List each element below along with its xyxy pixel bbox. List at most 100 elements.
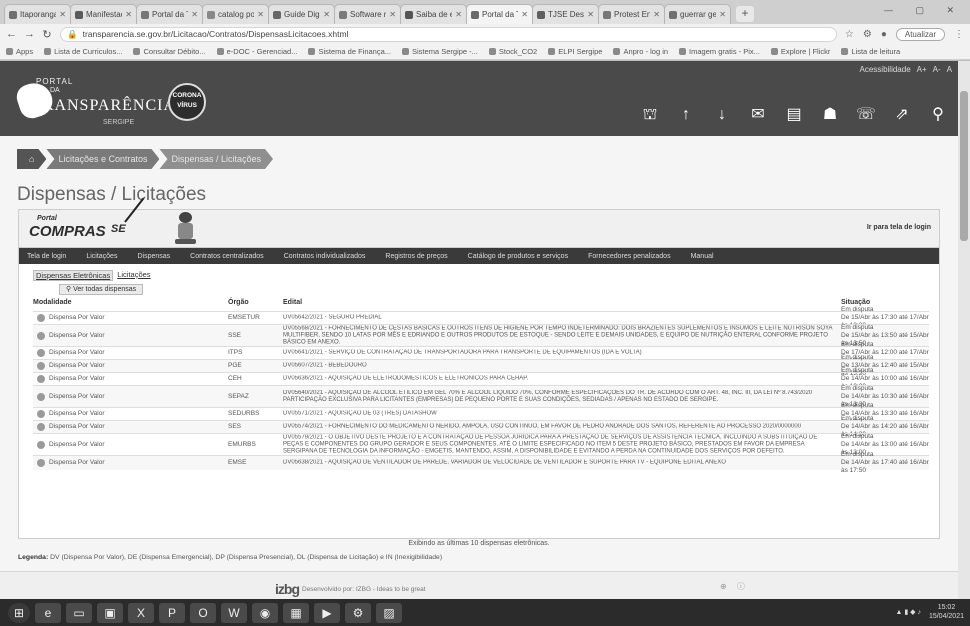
- font-increase-link[interactable]: A+: [917, 65, 927, 74]
- font-reset-link[interactable]: A: [947, 65, 952, 74]
- edital-link[interactable]: DV05571/2021 - AQUISIÇÃO DE 03 (TRÊS) DA…: [283, 411, 833, 418]
- arrow-up-icon[interactable]: ↑: [676, 105, 696, 125]
- accessibility-bar[interactable]: Acessibilidade A+ A- A: [860, 65, 953, 74]
- media-icon[interactable]: ▶: [314, 602, 340, 623]
- chrome-icon[interactable]: ◉: [252, 602, 278, 623]
- table-row[interactable]: Dispensa Por Valor SSE DV05568/2021 - FORN…: [33, 324, 929, 347]
- edital-link[interactable]: DV05574/2021 - FORNECIMENTO DO MEDICAMEN…: [283, 424, 833, 431]
- reload-icon[interactable]: ↻: [42, 28, 52, 41]
- table-row[interactable]: Dispensa Por Valor CEH DV05636/2021 - AQUI…: [33, 367, 929, 390]
- outlook-icon[interactable]: O: [190, 602, 216, 623]
- edital-link[interactable]: DV05638/2021 - AQUISIÇÃO DE VENTILADOR D…: [283, 460, 833, 467]
- star-icon[interactable]: ☆: [845, 29, 854, 40]
- bookmark-item[interactable]: e-DOC - Gerenciad...: [216, 47, 297, 56]
- forward-icon[interactable]: →: [24, 28, 35, 40]
- browser-tab[interactable]: Manifestação✕: [70, 4, 137, 24]
- extensions-icon[interactable]: ⚙: [863, 29, 872, 40]
- bookmark-item[interactable]: Sistema Sergipe -...: [402, 47, 478, 56]
- compras-nav-item[interactable]: Licitações: [86, 253, 117, 260]
- profile-icon[interactable]: ●: [881, 29, 887, 40]
- bookmark-item[interactable]: Apps: [6, 47, 33, 56]
- close-tab-icon[interactable]: ✕: [125, 10, 132, 19]
- edital-link[interactable]: DV05640/2021 - AQUISIÇÃO DE ÁLCOOL ETÍLI…: [283, 390, 833, 404]
- handshake-icon[interactable]: ✉: [748, 105, 768, 125]
- bookmark-item[interactable]: Anpro - log in: [613, 47, 668, 56]
- transparencia-logo[interactable]: PORTAL DA TRANSPARÊNCIA SERGIPE: [13, 73, 175, 129]
- table-row[interactable]: Dispensa Por Valor PGE DV05607/2021 - BEBE…: [33, 354, 929, 377]
- powerpoint-icon[interactable]: P: [159, 602, 185, 623]
- compras-nav-item[interactable]: Contratos individualizados: [284, 253, 366, 260]
- breadcrumb-item[interactable]: Licitações e Contratos: [46, 149, 159, 169]
- bookmark-item[interactable]: ELPI Sergipe: [548, 47, 602, 56]
- close-tab-icon[interactable]: ✕: [719, 10, 726, 19]
- page-scrollbar[interactable]: [958, 61, 970, 599]
- compras-nav-item[interactable]: Contratos centralizados: [190, 253, 264, 260]
- bookmark-item[interactable]: Stock_CO2: [488, 47, 537, 56]
- goto-login-link[interactable]: Ir para tela de login: [867, 224, 931, 231]
- edital-link[interactable]: DV05579/2021 - O OBJETIVO DESTE PROJETO …: [283, 434, 833, 455]
- izbg-logo[interactable]: izbg: [275, 581, 300, 597]
- close-tab-icon[interactable]: ✕: [257, 10, 264, 19]
- browser-tab[interactable]: Guide Digit...✕: [268, 4, 335, 24]
- compras-nav-item[interactable]: Catálogo de produtos e serviços: [468, 253, 568, 260]
- bookmark-item[interactable]: Imagem gratis - Pix...: [679, 47, 760, 56]
- clock[interactable]: 15:02 15/04/2021: [929, 603, 964, 621]
- browser-tab[interactable]: Portal da Tr...✕: [136, 4, 203, 24]
- store-icon[interactable]: ▣: [97, 602, 123, 623]
- tray-icons[interactable]: ▲ ▮ ◆ ♪: [895, 608, 921, 616]
- edital-link[interactable]: DV05641/2021 - SERVIÇO DE CONTRATAÇÃO DE…: [283, 350, 833, 357]
- view-all-dispensas-button[interactable]: ⚲ Ver todas dispensas: [59, 284, 144, 295]
- edital-link[interactable]: DV05642/2021 - SEGURO PREDIAL: [283, 315, 833, 322]
- browser-tab[interactable]: Protest End...✕: [598, 4, 665, 24]
- browser-tab[interactable]: Saiba de em...✕: [400, 4, 467, 24]
- ie-icon[interactable]: e: [35, 602, 61, 623]
- accessibility-link[interactable]: Acessibilidade: [860, 65, 911, 74]
- settings-icon[interactable]: ⚙: [345, 602, 371, 623]
- table-row[interactable]: Dispensa Por Valor ITPS DV05641/2021 - SER…: [33, 341, 929, 364]
- browser-tab[interactable]: Software re...✕: [334, 4, 401, 24]
- start-button[interactable]: ⊞: [8, 602, 30, 623]
- coronavirus-badge[interactable]: CORONA VÍRUS: [168, 83, 206, 121]
- footer-icons[interactable]: ⊕ ⓘ: [720, 581, 749, 592]
- table-row[interactable]: Dispensa Por Valor EMSETUR DV05642/2021 - …: [33, 306, 929, 329]
- table-row[interactable]: Dispensa Por Valor EMURBS DV05579/2021 - O…: [33, 433, 929, 456]
- browser-tab[interactable]: Portal da Tra...✕: [466, 4, 533, 24]
- browser-tab[interactable]: guerrar gest...✕: [664, 4, 731, 24]
- font-decrease-link[interactable]: A-: [933, 65, 941, 74]
- compras-nav-item[interactable]: Manual: [691, 253, 714, 260]
- compras-nav-item[interactable]: Fornecedores penalizados: [588, 253, 671, 260]
- home-icon[interactable]: ⌂: [17, 149, 46, 169]
- close-tab-icon[interactable]: ✕: [59, 10, 66, 19]
- excel-icon[interactable]: X: [128, 602, 154, 623]
- table-row[interactable]: Dispensa Por Valor EMSE DV05638/2021 - AQU…: [33, 451, 929, 474]
- close-tab-icon[interactable]: ✕: [455, 10, 462, 19]
- browser-tab[interactable]: Itaporanga D'a...✕: [4, 4, 71, 24]
- table-row[interactable]: Dispensa Por Valor SEDURBS DV05571/2021 - …: [33, 402, 929, 425]
- table-row[interactable]: Dispensa Por Valor SEPAZ DV05640/2021 - AQ…: [33, 385, 929, 408]
- photos-icon[interactable]: ▨: [376, 602, 402, 623]
- url-input[interactable]: 🔒 transparencia.se.gov.br/Licitacao/Cont…: [60, 26, 837, 42]
- calculator-icon[interactable]: ▦: [283, 602, 309, 623]
- compras-nav-item[interactable]: Registros de preços: [385, 253, 447, 260]
- file-explorer-icon[interactable]: ▭: [66, 602, 92, 623]
- close-tab-icon[interactable]: ✕: [521, 10, 528, 19]
- close-tab-icon[interactable]: ✕: [191, 10, 198, 19]
- browser-tab[interactable]: TJSE Deseh...✕: [532, 4, 599, 24]
- close-tab-icon[interactable]: ✕: [587, 10, 594, 19]
- document-icon[interactable]: ▤: [784, 105, 804, 125]
- chat-icon[interactable]: ☏: [856, 105, 876, 125]
- bookmark-item[interactable]: Lista de leitura: [841, 47, 900, 56]
- close-tab-icon[interactable]: ✕: [323, 10, 330, 19]
- window-controls[interactable]: — ▢ ✕: [884, 5, 964, 16]
- close-tab-icon[interactable]: ✕: [653, 10, 660, 19]
- compras-nav-item[interactable]: Dispensas: [137, 253, 170, 260]
- tab-licitacoes[interactable]: Licitações: [117, 270, 150, 281]
- compras-nav-item[interactable]: Tela de login: [27, 253, 66, 260]
- menu-icon[interactable]: ⋮: [954, 29, 964, 40]
- browser-tab[interactable]: catalog port...✕: [202, 4, 269, 24]
- edital-link[interactable]: DV05636/2021 - AQUISIÇÃO DE ELETRODOMÉST…: [283, 376, 833, 383]
- back-icon[interactable]: ←: [6, 28, 17, 40]
- org-chart-icon[interactable]: ⛫: [640, 105, 660, 125]
- bookmark-item[interactable]: Consultar Débito...: [133, 47, 206, 56]
- people-icon[interactable]: ☗: [820, 105, 840, 125]
